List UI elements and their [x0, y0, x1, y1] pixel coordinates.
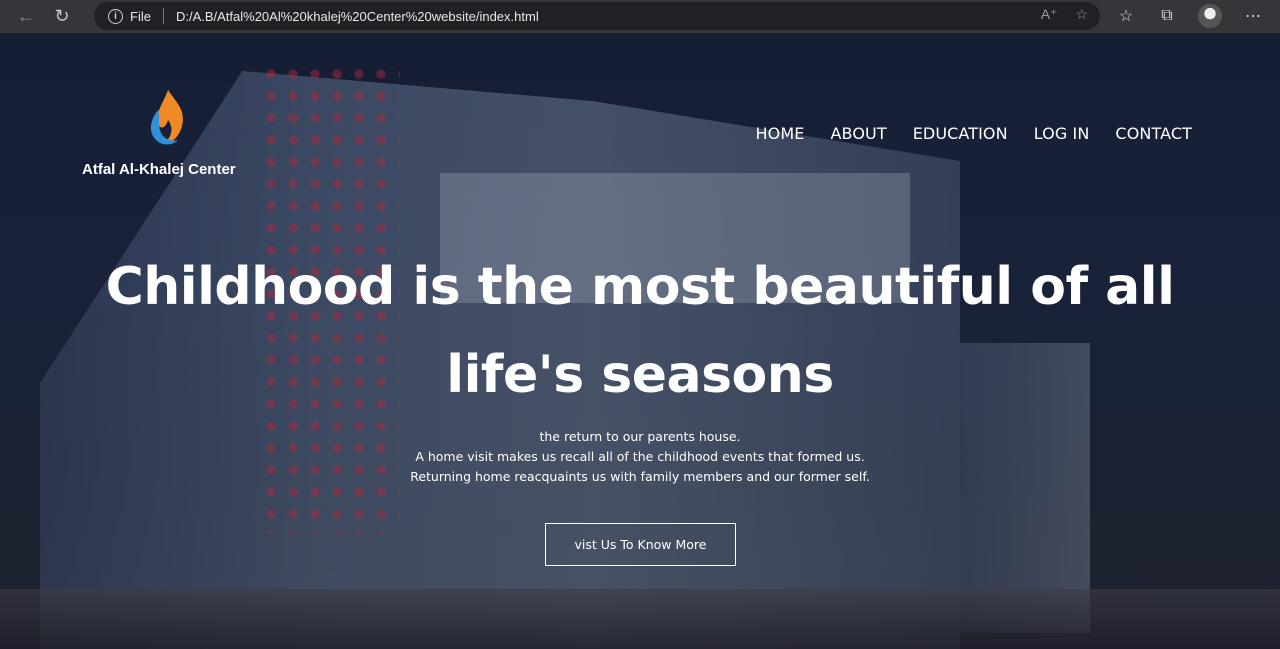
ground	[0, 589, 1280, 649]
read-aloud-icon[interactable]: A⁺	[1041, 6, 1058, 23]
nav-contact[interactable]: CONTACT	[1115, 124, 1192, 143]
nav-education[interactable]: EDUCATION	[913, 124, 1008, 143]
reload-icon[interactable]: ↻	[44, 0, 80, 33]
hero-headline: Childhood is the most beautiful of all l…	[60, 243, 1220, 419]
collections-icon[interactable]: ⧉	[1155, 4, 1179, 28]
profile-avatar[interactable]	[1198, 4, 1222, 28]
address-divider	[162, 8, 164, 24]
flame-logo-icon	[150, 90, 183, 145]
favorites-icon[interactable]: ☆	[1114, 4, 1138, 28]
address-bar[interactable]: i File D:/A.B/Atfal%20Al%20khalej%20Cent…	[94, 2, 1100, 30]
back-icon[interactable]: ←	[8, 0, 44, 33]
more-icon[interactable]: ⋯	[1241, 4, 1265, 28]
info-icon[interactable]: i	[108, 8, 123, 24]
nav-about[interactable]: ABOUT	[831, 124, 887, 143]
address-url[interactable]: D:/A.B/Atfal%20Al%20khalej%20Center%20we…	[176, 9, 539, 24]
headline-line-2: life's seasons	[446, 345, 834, 405]
visit-us-button[interactable]: vist Us To Know More	[545, 523, 736, 566]
subtext-line-1: the return to our parents house.	[539, 429, 741, 444]
main-nav: HOME ABOUT EDUCATION LOG IN CONTACT	[756, 124, 1192, 143]
hero-subtext: the return to our parents house. A home …	[300, 427, 980, 487]
add-favorite-icon[interactable]: ☆	[1075, 6, 1088, 23]
headline-line-1: Childhood is the most beautiful of all	[105, 257, 1175, 317]
site-logo[interactable]: Atfal Al-Khalej Center	[82, 88, 252, 178]
nav-log-in[interactable]: LOG IN	[1034, 124, 1090, 143]
subtext-line-3: Returning home reacquaints us with famil…	[410, 469, 870, 484]
logo-text: Atfal Al-Khalej Center	[82, 161, 236, 178]
hero-section: Atfal Al-Khalej Center HOME ABOUT EDUCAT…	[0, 33, 1280, 649]
address-scheme: File	[130, 8, 151, 24]
nav-home[interactable]: HOME	[756, 124, 805, 143]
browser-toolbar: ← ↻ i File D:/A.B/Atfal%20Al%20khalej%20…	[0, 0, 1280, 33]
subtext-line-2: A home visit makes us recall all of the …	[415, 449, 865, 464]
